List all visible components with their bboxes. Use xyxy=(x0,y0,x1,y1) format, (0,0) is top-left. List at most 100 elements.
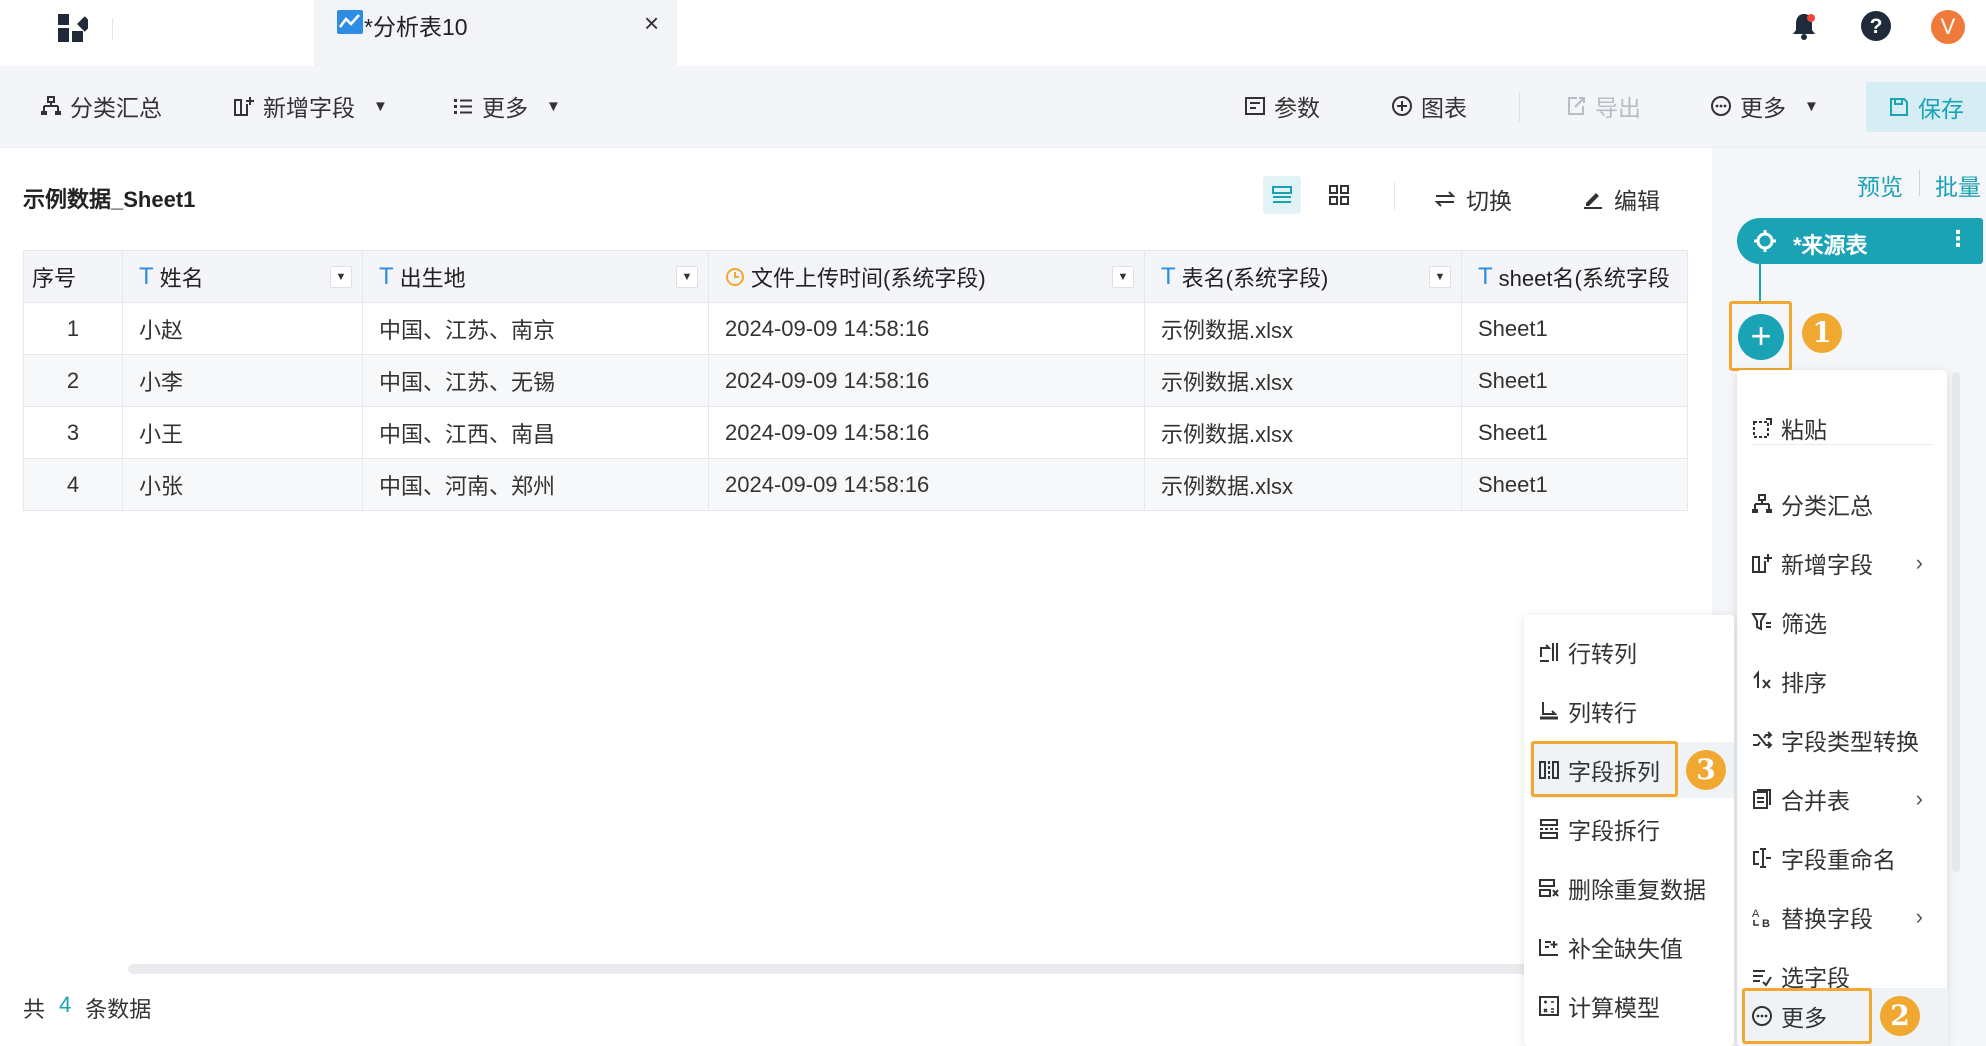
tab-divider xyxy=(112,18,113,40)
switch-label: 切换 xyxy=(1466,188,1512,214)
more-circle-icon xyxy=(1711,96,1731,116)
switch-button[interactable]: 切换 xyxy=(1434,182,1512,216)
chevron-right-icon: › xyxy=(1915,786,1923,811)
column-header-birthplace[interactable]: T 出生地 ▼ xyxy=(362,250,709,303)
batch-link[interactable]: 批量 xyxy=(1935,168,1981,202)
table-cell: 2024-09-09 14:58:16 xyxy=(708,458,1145,511)
submenu-item-dedupe[interactable]: 删除重复数据 xyxy=(1524,866,1734,910)
export-icon xyxy=(1568,97,1585,115)
export-button[interactable]: 导出 xyxy=(1565,88,1641,124)
menu-item-merge[interactable]: 合并表 › xyxy=(1737,777,1947,821)
table-cell: 2024-09-09 14:58:16 xyxy=(708,406,1145,459)
svg-text:B: B xyxy=(1762,918,1770,928)
column-dropdown-button[interactable]: ▼ xyxy=(330,265,352,288)
column-header-sheet-name[interactable]: Tsheet名(系统字段 xyxy=(1461,250,1688,303)
group-summary-button[interactable]: 分类汇总 xyxy=(40,88,162,124)
column-header-upload-time[interactable]: 文件上传时间(系统字段) ▼ xyxy=(708,250,1145,303)
add-field-button[interactable]: 新增字段 ▼ xyxy=(233,88,388,124)
column-dropdown-button[interactable]: ▼ xyxy=(1429,265,1451,288)
table-cell: 2 xyxy=(23,354,123,407)
highlight-frame xyxy=(1742,988,1872,1044)
preview-link[interactable]: 预览 xyxy=(1857,168,1903,202)
help-icon[interactable]: ? xyxy=(1860,10,1892,42)
grid-view-button[interactable] xyxy=(1320,176,1358,214)
text-type-icon: T xyxy=(1161,262,1176,290)
link-divider xyxy=(1919,170,1920,196)
more-right-label: 更多 xyxy=(1740,95,1786,121)
tab-analysis-table[interactable]: *分析表10 × xyxy=(314,0,677,66)
table-cell: 中国、河南、郑州 xyxy=(362,458,709,511)
table-cell: 中国、江苏、无锡 xyxy=(362,354,709,407)
app-grid-icon[interactable] xyxy=(56,12,88,44)
avatar[interactable]: V xyxy=(1931,10,1965,44)
chevron-right-icon: › xyxy=(1915,904,1923,929)
more-submenu: 行转列 列转行 字段拆列 字段拆行 删除重复数据 补全缺失值 计算模型 xyxy=(1524,615,1734,1046)
source-table-node[interactable]: *来源表 ⋮ xyxy=(1737,218,1983,264)
column-header-table-name[interactable]: T 表名(系统字段) ▼ xyxy=(1144,250,1462,303)
menu-scrollbar[interactable] xyxy=(1952,372,1960,872)
close-icon[interactable]: × xyxy=(644,10,659,36)
menu-item-rename[interactable]: 字段重命名 xyxy=(1737,836,1947,880)
clock-icon xyxy=(726,267,744,286)
add-step-button[interactable]: + xyxy=(1738,314,1784,360)
submenu-item-col-to-row[interactable]: 列转行 xyxy=(1524,689,1734,733)
chart-button[interactable]: 图表 xyxy=(1391,88,1467,124)
table-cell: 中国、江西、南昌 xyxy=(362,406,709,459)
table-cell: 4 xyxy=(23,458,123,511)
submenu-item-split-row[interactable]: 字段拆行 xyxy=(1524,807,1734,851)
caret-down-icon: ▼ xyxy=(373,97,388,115)
row-count: 共 4 条数据 xyxy=(23,992,152,1022)
column-header-name[interactable]: T 姓名 ▼ xyxy=(122,250,363,303)
edit-button[interactable]: 编辑 xyxy=(1582,182,1660,216)
add-field-label: 新增字段 xyxy=(263,95,355,121)
table-cell: Sheet1 xyxy=(1461,302,1688,355)
column-dropdown-button[interactable]: ▼ xyxy=(676,265,698,288)
params-label: 参数 xyxy=(1274,95,1320,121)
calc-model-icon xyxy=(1539,996,1559,1016)
column-dropdown-button[interactable]: ▼ xyxy=(1112,265,1134,288)
highlight-frame xyxy=(1531,741,1678,797)
group-summary-label: 分类汇总 xyxy=(70,95,162,121)
sort-icon xyxy=(1753,670,1771,689)
bell-icon[interactable] xyxy=(1788,10,1820,42)
chart-line-icon xyxy=(337,10,363,34)
node-more-icon[interactable]: ⋮ xyxy=(1947,226,1969,252)
column-header-index: 序号 xyxy=(23,250,123,303)
save-button[interactable]: 保存 xyxy=(1866,82,1986,132)
node-connector xyxy=(1759,264,1761,304)
params-button[interactable]: 参数 xyxy=(1244,88,1320,124)
shuffle-icon xyxy=(1753,731,1773,749)
horizontal-scrollbar[interactable] xyxy=(128,964,1528,974)
table-cell: 小赵 xyxy=(122,302,363,355)
select-field-icon xyxy=(1753,970,1772,987)
more-right-button[interactable]: 更多 ▼ xyxy=(1710,88,1819,124)
menu-item-add-field[interactable]: 新增字段 › xyxy=(1737,541,1947,585)
submenu-item-calc-model[interactable]: 计算模型 xyxy=(1524,984,1734,1028)
merge-icon xyxy=(1753,789,1771,809)
menu-item-filter[interactable]: 筛选 xyxy=(1737,600,1947,644)
menu-item-group-summary[interactable]: 分类汇总 xyxy=(1737,482,1947,526)
split-row-icon xyxy=(1540,819,1558,839)
menu-item-type-convert[interactable]: 字段类型转换 xyxy=(1737,718,1947,762)
replace-icon: AB xyxy=(1752,908,1770,928)
filter-icon xyxy=(1751,613,1771,631)
sheet-title: 示例数据_Sheet1 xyxy=(23,187,196,212)
data-table: 序号 T 姓名 ▼ T 出生地 ▼ 文件上传时间(系统字段) ▼ T 表名(系统字段) ▼ T… xyxy=(23,250,1688,511)
menu-item-sort[interactable]: 排序 xyxy=(1737,659,1947,703)
submenu-item-fill-missing[interactable]: 补全缺失值 xyxy=(1524,925,1734,969)
add-field-icon xyxy=(1752,554,1772,573)
table-cell: 中国、江苏、南京 xyxy=(362,302,709,355)
table-cell: 2024-09-09 14:58:16 xyxy=(708,354,1145,407)
table-cell: Sheet1 xyxy=(1461,354,1688,407)
more-left-button[interactable]: 更多 ▼ xyxy=(452,88,561,124)
table-cell: Sheet1 xyxy=(1461,406,1688,459)
table-row: 4 小张 中国、河南、郑州 2024-09-09 14:58:16 示例数据.x… xyxy=(23,458,1688,511)
menu-item-replace[interactable]: AB 替换字段 › xyxy=(1737,895,1947,939)
header-divider xyxy=(1394,182,1395,210)
export-label: 导出 xyxy=(1595,95,1641,121)
edit-label: 编辑 xyxy=(1614,188,1660,214)
submenu-item-row-to-col[interactable]: 行转列 xyxy=(1524,630,1734,674)
list-view-button[interactable] xyxy=(1263,176,1301,214)
list-view-icon xyxy=(1272,186,1292,203)
table-cell: 小张 xyxy=(122,458,363,511)
